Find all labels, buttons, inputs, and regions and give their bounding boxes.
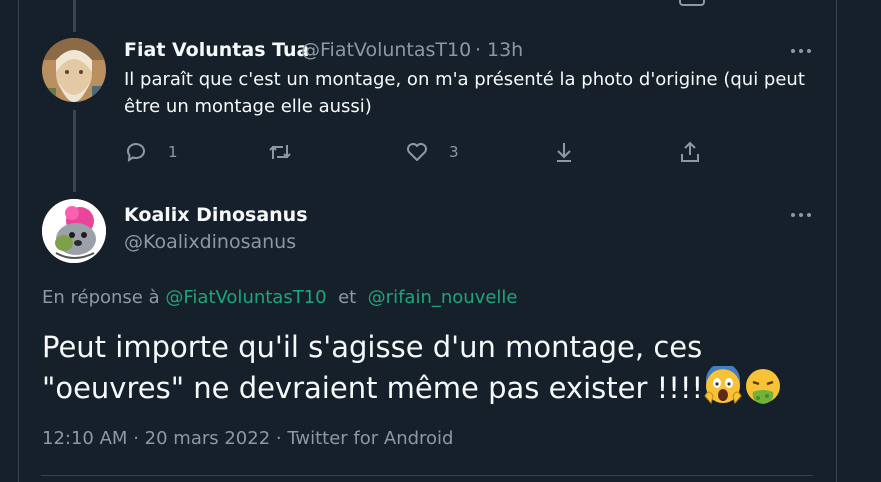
retweet-button[interactable]: [268, 140, 292, 164]
author-handle[interactable]: @FiatVoluntasT10: [301, 39, 471, 61]
separator-dot: ·: [475, 39, 482, 61]
mention-link[interactable]: @rifain_nouvelle: [368, 287, 518, 308]
thread-connector: [73, 110, 76, 192]
tweet-metadata: 12:10 AM · 20 mars 2022 · Twitter for An…: [42, 428, 453, 449]
tweet-time[interactable]: 13h: [487, 39, 523, 61]
tweet-source[interactable]: Twitter for Android: [287, 428, 453, 449]
mention-link[interactable]: @FiatVoluntasT10: [165, 287, 326, 308]
author-handle[interactable]: @Koalixdinosanus: [124, 231, 296, 253]
avatar[interactable]: [42, 38, 106, 102]
tweet-text: Peut importe qu'il s'agisse d'un montage…: [42, 328, 832, 415]
author-name[interactable]: Koalix Dinosanus: [124, 204, 308, 226]
separator-dot: ·: [275, 428, 282, 449]
avatar-koala-image: [42, 199, 106, 263]
reply-prefix: En réponse à: [42, 287, 160, 308]
like-button[interactable]: 3: [405, 140, 459, 164]
download-arrow-icon: [557, 143, 571, 162]
reply-count: 1: [168, 143, 178, 161]
tweet-fiat-voluntas[interactable]: Fiat Voluntas Tua @FiatVoluntasT10 · 13h…: [19, 0, 836, 192]
author-name[interactable]: Fiat Voluntas Tua: [124, 39, 309, 61]
separator-dot: ·: [133, 428, 139, 449]
tweet-text-content: Peut importe qu'il s'agisse d'un montage…: [42, 330, 704, 405]
reply-icon: [127, 143, 145, 162]
share-icon: [681, 141, 699, 162]
avatar[interactable]: [42, 199, 106, 263]
screaming-face-emoji: [703, 363, 743, 415]
download-button[interactable]: [552, 140, 576, 164]
timeline-column: Fiat Voluntas Tua @FiatVoluntasT10 · 13h…: [18, 0, 837, 482]
share-button[interactable]: [678, 140, 702, 164]
tweet-time[interactable]: 12:10 AM: [42, 428, 127, 449]
divider: [41, 475, 813, 476]
more-options-icon[interactable]: [791, 210, 815, 220]
reply-context: En réponse à @FiatVoluntasT10 et @rifain…: [42, 287, 517, 308]
like-count: 3: [449, 143, 459, 161]
tweet-date[interactable]: 20 mars 2022: [145, 428, 271, 449]
reply-conjunction: et: [338, 287, 357, 308]
vomiting-face-emoji: [743, 366, 783, 415]
avatar-painting-image: [42, 38, 106, 102]
reply-button[interactable]: 1: [124, 140, 178, 164]
more-options-icon[interactable]: [791, 46, 815, 56]
retweet-icon: [269, 145, 291, 159]
heart-icon: [407, 143, 427, 161]
tweet-text: Il paraît que c'est un montage, on m'a p…: [124, 69, 805, 117]
